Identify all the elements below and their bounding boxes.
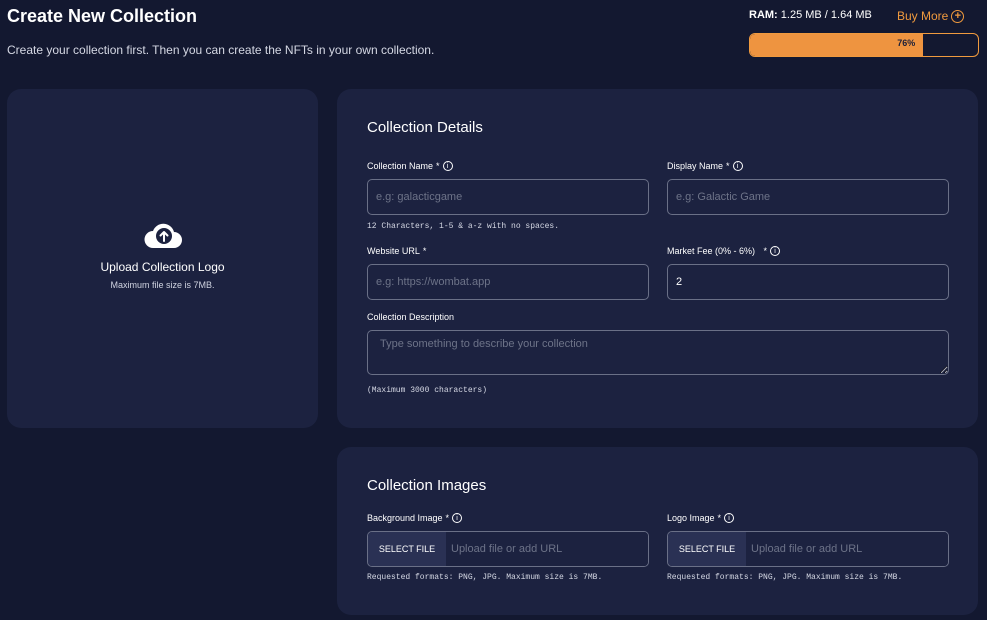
required-asterisk: * [726, 161, 730, 171]
plus-circle-icon: + [951, 9, 965, 23]
collection-description-label: Collection Description [367, 312, 455, 322]
info-icon[interactable]: i [724, 513, 735, 523]
required-asterisk: * [436, 161, 440, 171]
website-url-label: Website URL * [367, 246, 426, 256]
collection-name-hint: 12 Characters, 1-5 & a-z with no spaces. [367, 222, 560, 231]
logo-image-label-text: Logo Image [667, 513, 715, 523]
display-name-label-text: Display Name [667, 161, 724, 171]
background-image-url-input[interactable] [446, 532, 648, 566]
display-name-label: Display Name * i [667, 161, 743, 171]
info-icon[interactable]: i [732, 161, 743, 171]
background-image-field: SELECT FILE [367, 531, 649, 567]
ram-progress-bar: 76% [749, 33, 979, 57]
info-icon[interactable]: i [442, 161, 453, 171]
page-title: Create New Collection [7, 6, 198, 26]
logo-image-url-input[interactable] [746, 532, 948, 566]
logo-image-label: Logo Image * i [667, 513, 735, 523]
collection-details-card: Collection Details Collection Name* i 12… [337, 89, 978, 428]
ram-usage-value: 1.25 MB / 1.64 MB [780, 9, 872, 21]
website-url-label-text: Website URL [367, 246, 420, 256]
upload-logo-subtitle: Maximum file size is 7MB. [110, 279, 215, 290]
logo-select-file-button[interactable]: SELECT FILE [668, 532, 746, 566]
required-asterisk: * [763, 246, 768, 256]
info-icon[interactable]: i [770, 246, 781, 256]
background-image-label: Background Image * i [367, 513, 463, 523]
collection-details-title: Collection Details [367, 119, 483, 136]
upload-logo-title: Upload Collection Logo [100, 259, 225, 274]
required-asterisk: * [445, 513, 450, 523]
page-subtitle: Create your collection first. Then you c… [7, 43, 435, 57]
buy-more-link[interactable]: Buy More + [897, 9, 965, 23]
market-fee-label: Market Fee (0% - 6%) * i [667, 246, 781, 256]
logo-image-field: SELECT FILE [667, 531, 949, 567]
collection-images-title: Collection Images [367, 477, 487, 494]
collection-images-card: Collection Images Background Image * i SE… [337, 447, 978, 615]
ram-progress-fill: 76% [750, 34, 924, 56]
collection-description-hint: (Maximum 3000 characters) [367, 386, 488, 395]
required-asterisk: * [717, 513, 722, 523]
ram-progress-text: 76% [897, 38, 916, 48]
ram-usage: RAM: 1.25 MB / 1.64 MB [749, 9, 872, 21]
ram-label: RAM: [749, 9, 778, 21]
background-select-file-button[interactable]: SELECT FILE [368, 532, 446, 566]
info-icon[interactable]: i [452, 513, 463, 523]
market-fee-input[interactable] [667, 264, 949, 300]
market-fee-label-text: Market Fee (0% - 6%) [667, 246, 756, 256]
required-asterisk: * [422, 246, 427, 256]
logo-image-hint: Requested formats: PNG, JPG. Maximum siz… [667, 573, 903, 582]
collection-description-textarea[interactable] [367, 330, 949, 375]
background-image-hint: Requested formats: PNG, JPG. Maximum siz… [367, 573, 603, 582]
website-url-input[interactable] [367, 264, 649, 300]
cloud-upload-icon [144, 223, 182, 248]
collection-name-label: Collection Name * i [367, 161, 453, 171]
background-image-label-text: Background Image [367, 513, 443, 523]
collection-name-input[interactable] [367, 179, 649, 215]
display-name-input[interactable] [667, 179, 949, 215]
upload-logo-dropzone[interactable]: Upload Collection Logo Maximum file size… [7, 89, 318, 428]
buy-more-label: Buy More [897, 9, 949, 23]
collection-name-label-text: Collection Name [367, 161, 434, 171]
